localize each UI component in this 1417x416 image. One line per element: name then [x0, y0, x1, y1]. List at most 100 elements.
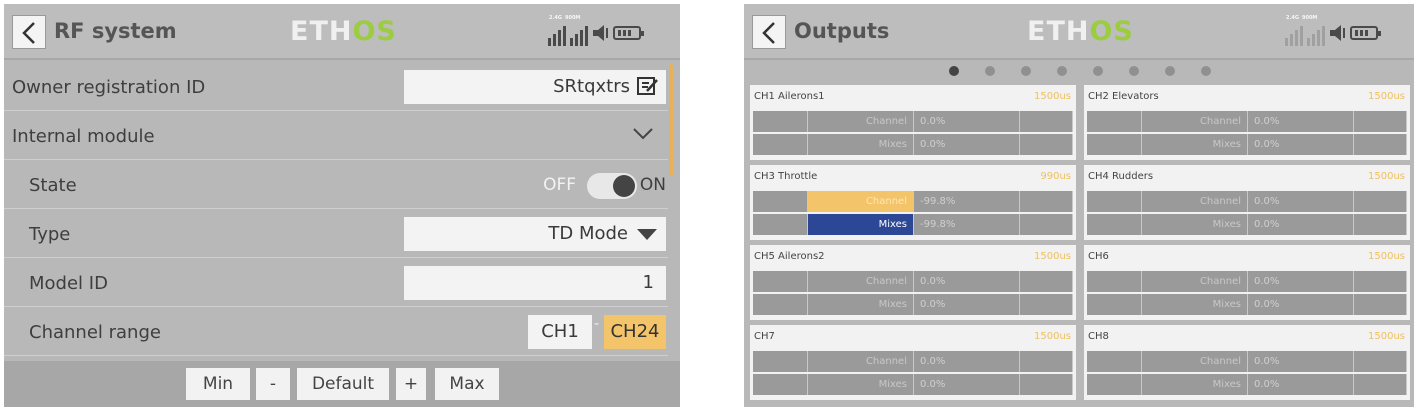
bar-cell: [1354, 351, 1407, 372]
state-toggle[interactable]: [587, 173, 637, 199]
bar-cell: [1087, 191, 1142, 212]
bar-cell: [1020, 134, 1073, 155]
mixes-bar: Mixes 0.0%: [1087, 294, 1407, 315]
page-dot[interactable]: [1129, 66, 1139, 76]
type-select[interactable]: TD Mode: [404, 217, 666, 251]
channel-value: 0.0%: [1248, 111, 1354, 132]
mixes-label: Mixes: [1142, 294, 1248, 315]
channel-value: 0.0%: [1248, 271, 1354, 292]
bar-cell: [1020, 294, 1073, 315]
channel-range-row: Channel range CH1 - CH24: [4, 307, 668, 356]
page-dot[interactable]: [1201, 66, 1211, 76]
bar-cell: [1354, 191, 1407, 212]
mixes-bar: Mixes 0.0%: [1087, 374, 1407, 395]
bar-cell: [1354, 271, 1407, 292]
channel-card[interactable]: CH8 1500us Channel 0.0% Mixes 0.0%: [1084, 325, 1410, 400]
channel-card[interactable]: CH4 Rudders 1500us Channel 0.0% Mixes 0.0%: [1084, 165, 1410, 240]
mixes-label: Mixes: [1142, 214, 1248, 235]
channel-card[interactable]: CH6 1500us Channel 0.0% Mixes 0.0%: [1084, 245, 1410, 320]
bar-cell: [1020, 271, 1073, 292]
page-dot[interactable]: [1093, 66, 1103, 76]
page-title: Outputs: [794, 19, 890, 43]
toggle-knob: [613, 175, 635, 197]
bar-cell: [1020, 191, 1073, 212]
back-button[interactable]: [752, 15, 786, 49]
channel-card[interactable]: CH7 1500us Channel 0.0% Mixes 0.0%: [750, 325, 1076, 400]
battery-icon: [1350, 26, 1381, 40]
edit-icon: [637, 77, 658, 95]
channel-label: Channel: [1142, 351, 1248, 372]
page-dot[interactable]: [949, 66, 959, 76]
channel-bar: Channel 0.0%: [753, 271, 1073, 292]
channel-bar: Channel 0.0%: [1087, 351, 1407, 372]
channel-label: Channel: [1142, 191, 1248, 212]
increment-button[interactable]: +: [396, 368, 426, 400]
min-button[interactable]: Min: [186, 368, 250, 400]
channel-pulse-value: 1500us: [1034, 331, 1071, 342]
bar-cell: [1087, 374, 1142, 395]
max-button[interactable]: Max: [435, 368, 499, 400]
channel-card[interactable]: CH2 Elevators 1500us Channel 0.0% Mixes 0.0%: [1084, 85, 1410, 160]
mixes-value: 0.0%: [1248, 294, 1354, 315]
owner-registration-row: Owner registration ID SRtqxtrs: [4, 62, 668, 111]
bar-cell: [753, 374, 808, 395]
channel-card[interactable]: CH3 Throttle 990us Channel -99.8% Mixes -99.8…: [750, 165, 1076, 240]
speaker-icon: [593, 25, 608, 41]
owner-id-field[interactable]: SRtqxtrs: [404, 70, 666, 104]
bar-cell: [1354, 374, 1407, 395]
channel-name: CH2 Elevators: [1088, 91, 1159, 102]
battery-icon: [613, 26, 644, 40]
channel-name: CH5 Ailerons2: [754, 251, 825, 262]
bar-cell: [1087, 111, 1142, 132]
rf-system-screen: RF system ETHOS 2.4G 900M Owner registra…: [4, 4, 680, 407]
mixes-bar: Mixes 0.0%: [753, 294, 1073, 315]
page-dot[interactable]: [1165, 66, 1175, 76]
bar-cell: [1020, 111, 1073, 132]
model-id-row: Model ID 1: [4, 258, 668, 307]
mixes-bar: Mixes 0.0%: [753, 134, 1073, 155]
bar-cell: [1354, 214, 1407, 235]
channel-pulse-value: 1500us: [1368, 251, 1405, 262]
ethos-logo: ETHOS: [290, 16, 397, 47]
channel-name: CH3 Throttle: [754, 171, 818, 182]
channel-name: CH1 Ailerons1: [754, 91, 825, 102]
channel-card[interactable]: CH1 Ailerons1 1500us Channel 0.0% Mixes 0.0%: [750, 85, 1076, 160]
channel-label: Channel: [1142, 111, 1248, 132]
channel-bar: Channel 0.0%: [753, 111, 1073, 132]
channel-card[interactable]: CH5 Ailerons2 1500us Channel 0.0% Mixes 0.0%: [750, 245, 1076, 320]
bar-cell: [1087, 351, 1142, 372]
mixes-value: 0.0%: [1248, 214, 1354, 235]
default-button[interactable]: Default: [297, 368, 389, 400]
model-id-field[interactable]: 1: [404, 266, 666, 300]
channel-label: Channel: [808, 271, 914, 292]
bar-cell: [753, 111, 808, 132]
bar-cell: [753, 271, 808, 292]
channel-pulse-value: 1500us: [1368, 331, 1405, 342]
header: RF system ETHOS 2.4G 900M: [4, 4, 680, 60]
channel-label: Channel: [808, 111, 914, 132]
bar-cell: [1087, 294, 1142, 315]
mixes-label: Mixes: [808, 214, 914, 235]
back-button[interactable]: [12, 15, 46, 49]
bar-cell: [753, 294, 808, 315]
bar-cell: [753, 351, 808, 372]
channel-pulse-value: 990us: [1040, 171, 1071, 182]
internal-module-row[interactable]: Internal module: [4, 111, 668, 160]
page-dot[interactable]: [1057, 66, 1067, 76]
bar-cell: [1020, 214, 1073, 235]
channel-name: CH7: [754, 331, 775, 342]
page-dot[interactable]: [1021, 66, 1031, 76]
channel-bar: Channel 0.0%: [753, 351, 1073, 372]
bottom-toolbar: Min - Default + Max: [4, 361, 680, 407]
bar-cell: [1354, 111, 1407, 132]
decrement-button[interactable]: -: [256, 368, 290, 400]
bar-cell: [1087, 214, 1142, 235]
channel-value: 0.0%: [1248, 191, 1354, 212]
channel-range-to[interactable]: CH24: [604, 315, 666, 349]
page-title: RF system: [54, 19, 177, 43]
page-dot[interactable]: [985, 66, 995, 76]
scrollbar[interactable]: [669, 64, 673, 176]
channel-range-from[interactable]: CH1: [528, 315, 592, 349]
type-row: Type TD Mode: [4, 209, 668, 258]
mixes-value: 0.0%: [1248, 374, 1354, 395]
